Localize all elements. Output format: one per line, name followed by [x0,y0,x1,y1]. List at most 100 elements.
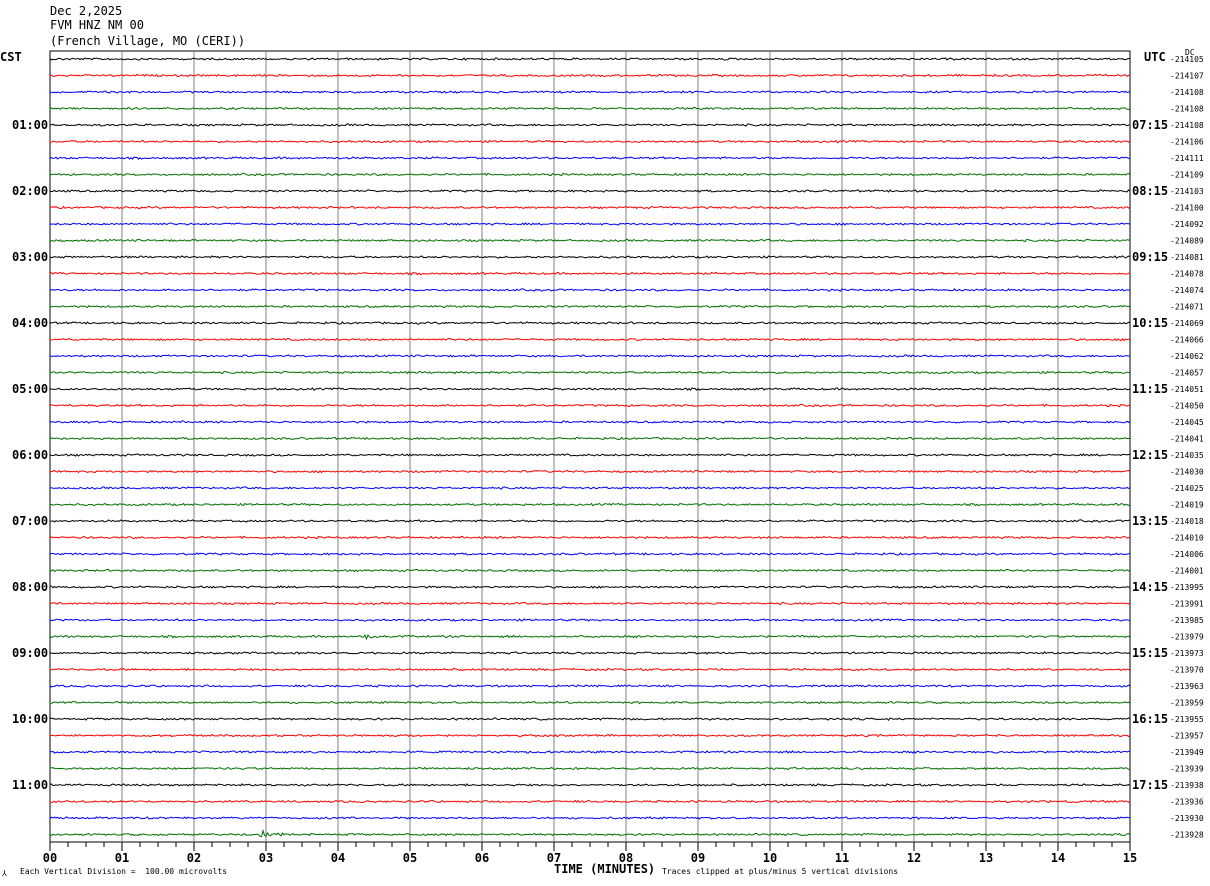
trace-row-24 [49,453,1131,457]
trace-row-2 [49,90,1131,94]
dc-value-row-25: -214030 [1170,468,1204,477]
trace-row-8 [49,189,1131,193]
trace-row-13 [49,271,1131,276]
x-tick-label-00: 00 [43,851,57,865]
trace-row-34 [49,618,1131,622]
cst-time-label-0500: 05:00 [12,382,48,396]
x-tick-label-09: 09 [691,851,705,865]
x-tick-label-01: 01 [115,851,129,865]
trace-row-12 [49,255,1131,259]
dc-value-row-34: -213985 [1170,616,1204,625]
trace-row-44 [49,783,1131,787]
trace-row-32 [49,585,1131,589]
x-tick-label-11: 11 [835,851,849,865]
trace-row-22 [49,420,1131,424]
trace-row-23 [49,436,1131,441]
x-tick-label-14: 14 [1051,851,1065,865]
x-tick-label-06: 06 [475,851,489,865]
dc-value-row-47: -213928 [1170,831,1204,840]
dc-value-row-40: -213955 [1170,715,1204,724]
dc-value-row-8: -214103 [1170,187,1204,196]
dc-value-row-9: -214100 [1170,204,1204,213]
dc-value-row-27: -214019 [1170,501,1204,510]
trace-row-46 [49,816,1131,820]
trace-row-33 [49,601,1131,606]
trace-row-47 [49,828,1131,838]
x-tick-label-12: 12 [907,851,921,865]
trace-row-38 [49,684,1131,688]
utc-time-label-1115: 11:15 [1132,382,1168,396]
x-tick-label-03: 03 [259,851,273,865]
dc-value-row-23: -214041 [1170,435,1204,444]
dc-value-row-18: -214062 [1170,352,1204,361]
cst-time-label-1100: 11:00 [12,778,48,792]
dc-value-row-39: -213959 [1170,699,1204,708]
trace-row-21 [49,403,1131,408]
x-tick-label-04: 04 [331,851,345,865]
trace-row-6 [49,156,1131,160]
utc-time-label-1715: 17:15 [1132,778,1168,792]
cst-time-label-0300: 03:00 [12,250,48,264]
trace-row-16 [49,321,1131,325]
utc-time-label-1015: 10:15 [1132,316,1168,330]
trace-row-20 [49,387,1131,391]
utc-time-label-1415: 14:15 [1132,580,1168,594]
cst-time-label-0200: 02:00 [12,184,48,198]
dc-value-row-5: -214106 [1170,138,1204,147]
trace-row-5 [49,139,1131,144]
dc-value-row-1: -214107 [1170,72,1204,81]
dc-value-row-12: -214081 [1170,253,1204,262]
trace-row-11 [49,238,1131,243]
dc-value-row-29: -214010 [1170,534,1204,543]
dc-value-row-24: -214035 [1170,451,1204,460]
trace-row-41 [49,733,1131,738]
trace-row-25 [49,469,1131,474]
dc-value-row-16: -214069 [1170,319,1204,328]
x-tick-label-02: 02 [187,851,201,865]
x-tick-label-05: 05 [403,851,417,865]
utc-time-label-1615: 16:15 [1132,712,1168,726]
trace-row-45 [49,799,1131,804]
dc-value-row-19: -214057 [1170,369,1204,378]
corner-mark: ⅄ [2,869,7,878]
x-tick-label-10: 10 [763,851,777,865]
dc-value-row-44: -213938 [1170,781,1204,790]
trace-row-31 [49,568,1131,573]
dc-value-row-35: -213979 [1170,633,1204,642]
trace-row-18 [49,354,1131,358]
seismogram-plot: -214105 -214107 -214108 -214108 -214108 -2141… [12,50,1204,865]
dc-value-row-17: -214066 [1170,336,1204,345]
dc-value-row-37: -213970 [1170,666,1204,675]
utc-time-label-0815: 08:15 [1132,184,1168,198]
trace-row-37 [49,667,1131,672]
dc-value-row-21: -214050 [1170,402,1204,411]
trace-row-39 [49,700,1131,705]
dc-value-row-6: -214111 [1170,154,1204,163]
trace-row-14 [49,288,1131,292]
trace-row-35 [49,634,1131,641]
trace-row-15 [49,304,1131,309]
trace-row-10 [49,222,1131,226]
utc-time-label-1515: 15:15 [1132,646,1168,660]
trace-row-36 [49,651,1131,655]
dc-value-row-13: -214078 [1170,270,1204,279]
utc-time-label-1315: 13:15 [1132,514,1168,528]
dc-value-row-45: -213936 [1170,798,1204,807]
utc-time-label-1215: 12:15 [1132,448,1168,462]
x-tick-label-13: 13 [979,851,993,865]
dc-value-row-30: -214006 [1170,550,1204,559]
dc-value-row-36: -213973 [1170,649,1204,658]
plot-frame [49,50,1131,843]
dc-value-row-22: -214045 [1170,418,1204,427]
cst-time-label-0800: 08:00 [12,580,48,594]
dc-value-row-3: -214108 [1170,105,1204,114]
dc-value-row-38: -213963 [1170,682,1204,691]
trace-row-43 [49,766,1131,771]
x-tick-label-15: 15 [1123,851,1137,865]
trace-row-19 [49,370,1130,375]
dc-value-row-4: -214108 [1170,121,1204,130]
trace-row-40 [49,717,1131,721]
dc-value-row-11: -214089 [1170,237,1204,246]
dc-value-row-33: -213991 [1170,600,1204,609]
dc-value-row-42: -213949 [1170,748,1204,757]
